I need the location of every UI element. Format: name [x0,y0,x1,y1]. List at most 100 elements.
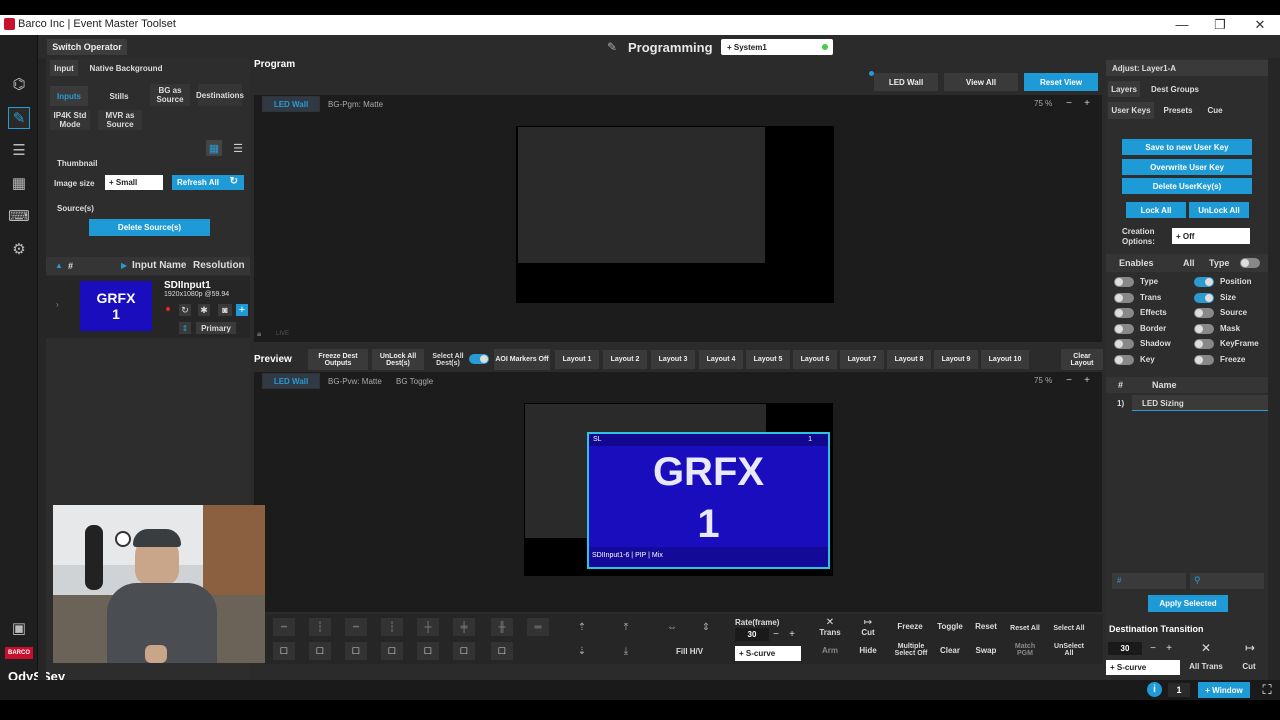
sub-tab-inputs[interactable]: Inputs [50,86,88,106]
enable-border[interactable]: Border [1114,323,1188,336]
bg-toggle-label[interactable]: BG Toggle [396,377,433,386]
distribute-h-icon[interactable]: ╪ [453,618,475,636]
apply-selected-button[interactable]: Apply Selected [1148,595,1228,612]
enable-keyframe[interactable]: KeyFrame [1194,338,1268,351]
close-button[interactable]: ✕ [1240,16,1280,33]
cut-button[interactable]: Cut [853,628,883,637]
enable-toggle[interactable] [1114,354,1134,365]
sub-tab-mvr[interactable]: MVR as Source [98,110,142,130]
grid-view-icon[interactable]: ▦ [206,140,222,156]
layout-9-button[interactable]: Layout 9 [934,350,978,369]
tab-input[interactable]: Input [50,60,78,76]
clear-layout-button[interactable]: Clear Layout [1061,349,1103,370]
align-edge-icon[interactable]: ═ [527,618,549,636]
align-right-icon[interactable]: ┅ [345,618,367,636]
enable-toggle[interactable] [1114,292,1134,303]
move-down-icon[interactable]: ⇣ [571,642,593,660]
align-bottom-icon[interactable]: ┆ [381,618,403,636]
align-middle-icon[interactable]: ┼ [417,618,439,636]
swap-button[interactable]: Swap [969,646,1003,655]
lock-all-button[interactable]: Lock All [1126,202,1186,218]
tab-layers[interactable]: Layers [1108,81,1140,97]
layout-2-button[interactable]: Layout 2 [603,350,647,369]
program-dest-tab[interactable]: LED Wall [262,96,320,112]
aoi-markers-button[interactable]: AOI Markers Off [494,349,550,370]
right-gutter[interactable] [1268,58,1280,680]
enable-position[interactable]: Position [1194,276,1268,289]
view-all-button[interactable]: View All [944,73,1018,91]
layout-5-button[interactable]: Layout 5 [746,350,790,369]
dest-rate-decrement-icon[interactable]: − [1146,641,1160,655]
size-preset-4-icon[interactable]: □ [381,642,403,660]
grid-icon[interactable]: ▦ [8,172,30,194]
curve-select[interactable]: + S-curve [735,646,801,661]
enable-type[interactable]: Type [1114,276,1188,289]
reset-button[interactable]: Reset [969,622,1003,631]
loop-icon[interactable]: ↻ [179,304,191,316]
system-select[interactable]: + System1 [721,39,833,55]
sub-tab-destinations[interactable]: Destinations [196,84,244,106]
minimize-button[interactable]: — [1162,16,1202,33]
hide-button[interactable]: Hide [853,646,883,655]
bring-front-icon[interactable]: ⤒ [615,618,637,636]
layout-7-button[interactable]: Layout 7 [840,350,884,369]
distribute-v-icon[interactable]: ╫ [491,618,513,636]
expand-icon[interactable]: › [56,300,59,309]
refresh-all-button[interactable]: Refresh All ↻ [172,175,244,190]
add-icon[interactable]: + [236,304,248,316]
select-all-dest-toggle[interactable] [469,354,489,364]
size-preset-1-icon[interactable]: □ [273,642,295,660]
tab-dest-groups[interactable]: Dest Groups [1146,81,1204,97]
program-zoom-out-icon[interactable]: − [1062,96,1076,110]
dest-curve-select[interactable]: + S-curve [1106,660,1180,675]
maximize-button[interactable]: ❐ [1200,16,1240,33]
preview-zoom-in-icon[interactable]: + [1080,373,1094,387]
rate-decrement-icon[interactable]: − [769,627,783,641]
size-preset-5-icon[interactable]: □ [417,642,439,660]
enable-toggle[interactable] [1194,277,1214,287]
window-select[interactable]: + Window [1198,682,1250,698]
info-mini-icon[interactable]: ⇕ [179,322,191,334]
freeze-dest-outputs-button[interactable]: Freeze Dest Outputs [308,349,368,370]
enable-freeze[interactable]: Freeze [1194,354,1268,367]
reset-all-button[interactable]: Reset All [1009,618,1041,638]
sub-tab-ip4k[interactable]: IP4K Std Mode [50,110,90,130]
clear-button[interactable]: Clear [933,646,967,655]
fill-hv-button[interactable]: Fill H/V [676,647,703,656]
multiple-select-button[interactable]: Multiple Select Off [891,640,931,660]
dest-rate-increment-icon[interactable]: + [1162,641,1176,655]
enable-mask[interactable]: Mask [1194,323,1268,336]
size-preset-3-icon[interactable]: □ [345,642,367,660]
layout-8-button[interactable]: Layout 8 [887,350,931,369]
creation-options-select[interactable]: + Off [1172,228,1250,244]
select-all-button[interactable]: Select All [1053,618,1085,638]
unlock-all-dest-button[interactable]: UnLock All Dest(s) [372,349,424,370]
tab-user-keys[interactable]: User Keys [1108,102,1154,119]
enable-toggle[interactable] [1194,354,1214,365]
match-pgm-button[interactable]: Match PGM [1009,640,1041,660]
network-icon[interactable]: ⌬ [8,73,30,95]
sub-tab-stills[interactable]: Stills [100,86,138,106]
enable-toggle[interactable] [1114,277,1134,287]
fullscreen-icon[interactable]: ⛶ [1258,681,1276,699]
tab-native-background[interactable]: Native Background [84,60,168,76]
layout-3-button[interactable]: Layout 3 [651,350,695,369]
program-canvas[interactable]: LED Wall BG-Pgm: Matte 75 % − + 🔒︎ LIVE [254,95,1102,342]
arm-button[interactable]: Arm [815,646,845,655]
switch-operator-button[interactable]: Switch Operator [47,39,127,55]
enable-toggle[interactable] [1194,308,1214,318]
left-gutter[interactable] [38,58,46,680]
size-preset-6-icon[interactable]: □ [453,642,475,660]
enable-key[interactable]: Key [1114,354,1188,367]
enable-source[interactable]: Source [1194,307,1268,320]
tab-presets[interactable]: Presets [1158,102,1198,119]
enable-toggle[interactable] [1114,339,1134,349]
enable-effects[interactable]: Effects [1114,307,1188,320]
size-preset-7-icon[interactable]: □ [491,642,513,660]
user-key-search-input[interactable]: # [1112,573,1186,589]
layout-6-button[interactable]: Layout 6 [793,350,837,369]
input-thumbnail[interactable]: GRFX 1 [80,281,152,331]
preview-dest-tab[interactable]: LED Wall [262,373,320,389]
camera-icon[interactable]: ◙ [218,304,232,316]
enable-toggle[interactable] [1194,339,1214,349]
